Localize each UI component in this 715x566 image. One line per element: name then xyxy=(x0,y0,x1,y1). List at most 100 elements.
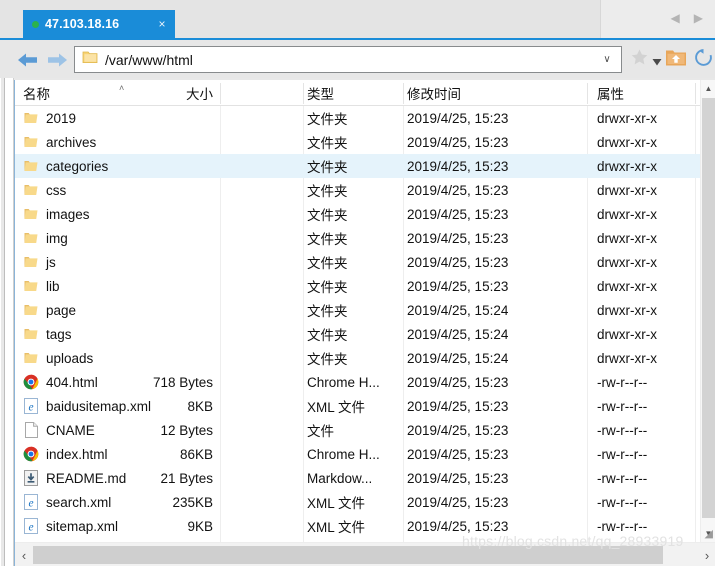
file-modified-cell: 2019/4/25, 15:23 xyxy=(407,154,582,178)
table-row[interactable]: css文件夹2019/4/25, 15:23drwxr-xr-xro xyxy=(15,178,715,202)
file-attributes-label: drwxr-xr-x xyxy=(597,350,657,366)
file-type-cell: XML 文件 xyxy=(307,514,405,538)
table-row[interactable]: index.html 86KB Chrome H... 2019/4/25, 15:2… xyxy=(15,442,715,466)
file-size-label: 235KB xyxy=(172,494,213,510)
table-row[interactable]: e search.xml 235KB XML 文件 2019/4/25, 15:23 -r… xyxy=(15,490,715,514)
file-modified-cell: 2019/4/25, 15:23 xyxy=(407,202,582,226)
file-name-label: tags xyxy=(46,326,72,342)
file-size-cell: 718 Bytes xyxy=(115,370,213,394)
table-row[interactable]: uploads文件夹2019/4/25, 15:24drwxr-xr-xro xyxy=(15,346,715,370)
chevron-right-icon[interactable]: ▶ xyxy=(694,12,703,24)
file-type-label: 文件夹 xyxy=(307,160,348,175)
arrow-right-icon xyxy=(48,53,67,67)
chevron-down-icon[interactable]: ∨ xyxy=(593,54,621,65)
resize-grip[interactable]: ◢ xyxy=(705,527,713,540)
file-modified-cell: 2019/4/25, 15:23 xyxy=(407,274,582,298)
scroll-up-icon[interactable]: ▲ xyxy=(701,80,715,97)
file-attributes-cell: drwxr-xr-x xyxy=(597,106,689,130)
table-row[interactable]: images文件夹2019/4/25, 15:23drwxr-xr-xro xyxy=(15,202,715,226)
vertical-scrollbar-thumb[interactable] xyxy=(702,98,715,518)
tab-title: 47.103.18.16 xyxy=(45,17,120,31)
file-size-label: 21 Bytes xyxy=(160,470,213,486)
table-row[interactable]: categories文件夹2019/4/25, 15:23drwxr-xr-xr… xyxy=(15,154,715,178)
upload-button[interactable] xyxy=(665,48,687,73)
file-type-cell: Chrome H... xyxy=(307,370,405,394)
folder-icon xyxy=(23,350,39,366)
file-attributes-label: -rw-r--r-- xyxy=(597,518,648,534)
table-row[interactable]: 404.html 718 Bytes Chrome H... 2019/4/25, 1… xyxy=(15,370,715,394)
table-row[interactable]: 2019文件夹2019/4/25, 15:23drwxr-xr-xro xyxy=(15,106,715,130)
column-divider[interactable] xyxy=(303,83,304,104)
file-attributes-cell: drwxr-xr-x xyxy=(597,274,689,298)
file-type-cell: 文件夹 xyxy=(307,130,405,154)
file-size-cell xyxy=(115,298,213,322)
file-type-label: 文件夹 xyxy=(307,184,348,199)
column-divider[interactable] xyxy=(587,83,588,104)
column-divider[interactable] xyxy=(695,83,696,104)
table-row[interactable]: js文件夹2019/4/25, 15:23drwxr-xr-xro xyxy=(15,250,715,274)
table-row[interactable]: e sitemap.xml 9KB XML 文件 2019/4/25, 15:23 -rw… xyxy=(15,514,715,538)
file-name-label: lib xyxy=(46,278,60,294)
address-path-text: /var/www/html xyxy=(105,51,193,68)
address-bar[interactable]: /var/www/html ∨ xyxy=(74,46,622,73)
file-attributes-label: drwxr-xr-x xyxy=(597,302,657,318)
file-name-label: CNAME xyxy=(46,422,95,438)
scroll-left-icon[interactable]: ‹ xyxy=(15,543,33,566)
back-button[interactable] xyxy=(15,49,41,71)
folder-icon xyxy=(23,302,39,318)
file-modified-label: 2019/4/25, 15:24 xyxy=(407,350,509,366)
file-modified-cell: 2019/4/25, 15:23 xyxy=(407,514,582,538)
favorites-dropdown-button[interactable] xyxy=(652,54,662,72)
file-type-label: 文件 xyxy=(307,424,334,439)
column-divider[interactable] xyxy=(220,83,221,104)
column-header-type[interactable]: 类型 xyxy=(307,80,405,106)
horizontal-scrollbar-thumb[interactable] xyxy=(33,546,663,564)
table-row[interactable]: README.md 21 Bytes Markdow... 2019/4/25, 15… xyxy=(15,466,715,490)
file-attributes-label: drwxr-xr-x xyxy=(597,278,657,294)
file-modified-label: 2019/4/25, 15:23 xyxy=(407,182,509,198)
column-divider[interactable] xyxy=(403,83,404,104)
table-row[interactable]: archives文件夹2019/4/25, 15:23drwxr-xr-xro xyxy=(15,130,715,154)
chevron-left-icon[interactable]: ◀ xyxy=(671,12,680,24)
file-attributes-cell: -rw-r--r-- xyxy=(597,418,689,442)
svg-text:e: e xyxy=(28,497,33,509)
close-icon[interactable]: × xyxy=(155,17,169,31)
table-row[interactable]: CNAME 12 Bytes 文件 2019/4/25, 15:23 -rw-r--r-… xyxy=(15,418,715,442)
file-type-cell: 文件夹 xyxy=(307,322,405,346)
table-row[interactable]: lib文件夹2019/4/25, 15:23drwxr-xr-xro xyxy=(15,274,715,298)
refresh-button[interactable] xyxy=(694,48,713,72)
file-size-cell xyxy=(115,250,213,274)
file-modified-label: 2019/4/25, 15:23 xyxy=(407,398,509,414)
file-name-label: 404.html xyxy=(46,374,98,390)
table-row[interactable]: img文件夹2019/4/25, 15:23drwxr-xr-xro xyxy=(15,226,715,250)
column-header-modified[interactable]: 修改时间 xyxy=(407,80,582,106)
file-type-cell: 文件夹 xyxy=(307,274,405,298)
file-attributes-cell: drwxr-xr-x xyxy=(597,322,689,346)
column-header-attributes[interactable]: 属性 xyxy=(597,80,689,106)
file-size-cell: 12 Bytes xyxy=(115,418,213,442)
file-attributes-cell: -rw-r--r-- xyxy=(597,490,689,514)
favorites-star-button[interactable] xyxy=(630,48,649,72)
horizontal-scrollbar[interactable]: ‹ › xyxy=(15,542,715,566)
file-attributes-label: drwxr-xr-x xyxy=(597,110,657,126)
table-row[interactable]: page文件夹2019/4/25, 15:24drwxr-xr-xro xyxy=(15,298,715,322)
column-header-size[interactable]: 大小 xyxy=(115,80,213,106)
upload-folder-icon xyxy=(666,50,686,66)
file-name-label: images xyxy=(46,206,90,222)
file-size-cell xyxy=(115,274,213,298)
file-type-cell: Chrome H... xyxy=(307,442,405,466)
table-row[interactable]: tags文件夹2019/4/25, 15:24drwxr-xr-xro xyxy=(15,322,715,346)
scroll-right-icon[interactable]: › xyxy=(698,543,715,566)
folder-icon xyxy=(23,254,39,270)
vertical-scrollbar[interactable]: ▲ ▼ xyxy=(700,80,715,542)
forward-button[interactable] xyxy=(44,49,70,71)
file-modified-cell: 2019/4/25, 15:23 xyxy=(407,130,582,154)
file-modified-label: 2019/4/25, 15:24 xyxy=(407,326,509,342)
file-type-cell: 文件夹 xyxy=(307,226,405,250)
table-row[interactable]: e baidusitemap.xml 8KB XML 文件 2019/4/25, 15:… xyxy=(15,394,715,418)
column-header-attributes-label: 属性 xyxy=(597,87,624,102)
tab-session-47-103-18-16[interactable]: 47.103.18.16 × xyxy=(23,10,175,38)
file-modified-label: 2019/4/25, 15:23 xyxy=(407,134,509,150)
column-header-size-label: 大小 xyxy=(186,87,213,102)
file-type-label: XML 文件 xyxy=(307,496,366,511)
